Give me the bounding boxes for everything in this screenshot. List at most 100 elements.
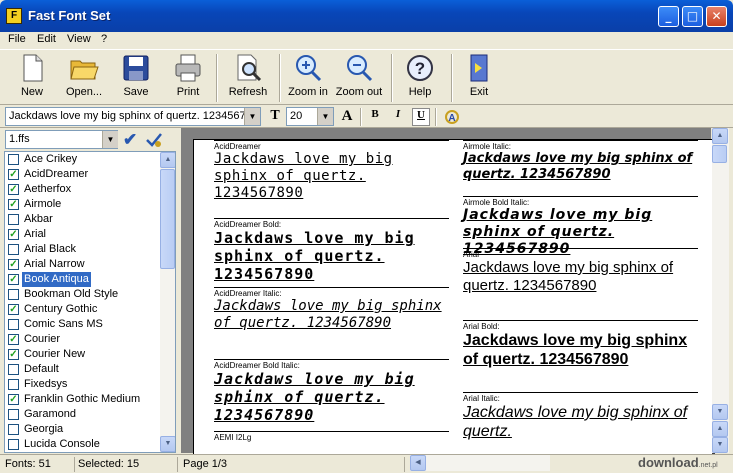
font-grow-button[interactable]: A [338,108,356,126]
font-list-item[interactable]: Akbar [6,212,161,227]
font-name: Lucida Console [24,438,100,450]
scroll-up-icon[interactable]: ▲ [712,128,728,144]
font-list-item[interactable]: ✓ Courier New [6,347,161,362]
scroll-down-icon[interactable]: ▼ [712,404,728,420]
font-name: Arial [24,228,47,240]
font-list-item[interactable]: ✓ Arial [6,227,161,242]
toolbar-separator [435,108,437,126]
menu-view[interactable]: View [67,33,91,45]
font-checkbox[interactable] [8,214,19,225]
font-list-item[interactable]: ✓ Franklin Gothic Medium [6,392,161,407]
font-checkbox[interactable]: ✓ [8,394,19,405]
font-sample-cell: Arial Bold: Jackdaws love my big sphinx o… [463,320,698,391]
menu-edit[interactable]: Edit [37,33,56,45]
font-checkbox[interactable] [8,154,19,165]
font-checkbox[interactable] [8,439,19,450]
print-button[interactable]: Print [169,53,207,103]
font-name: Book Antiqua [22,272,91,287]
font-list-item[interactable]: Garamond [6,407,161,422]
check-filter-icon[interactable] [145,131,163,149]
chevron-down-icon[interactable]: ▼ [317,108,333,125]
font-checkbox[interactable] [8,364,19,375]
font-list-item[interactable]: Bookman Old Style [6,287,161,302]
font-sample-cell: AcidDreamer Bold: Jackdaws love my big sp… [214,218,449,286]
font-name: Aetherfox [24,183,72,195]
font-list-item[interactable]: ✓ AcidDreamer [6,167,161,182]
underline-button[interactable]: U [412,108,430,126]
chevron-down-icon[interactable]: ▼ [244,108,260,125]
font-list-item[interactable]: ✓ Arial Narrow [6,257,161,272]
font-checkbox[interactable] [8,319,19,330]
toolbar-separator [360,108,362,126]
save-button[interactable]: Save [117,53,155,103]
font-checkbox[interactable] [8,424,19,435]
font-type-button[interactable]: T [266,108,284,126]
page-up-icon[interactable]: ▲ [712,421,728,437]
font-checkbox[interactable]: ✓ [8,184,19,195]
scroll-down-icon[interactable]: ▼ [160,436,175,452]
font-checkbox[interactable]: ✓ [8,304,19,315]
help-button[interactable]: ? Help [401,53,439,103]
font-list-item[interactable]: Georgia [6,422,161,437]
open-button[interactable]: Open... [63,53,105,103]
refresh-button[interactable]: Refresh [226,53,270,103]
font-list-item[interactable]: Comic Sans MS [6,317,161,332]
exit-button[interactable]: Exit [460,53,498,103]
font-sample-cell: Airmole Italic: Jackdaws love my big sphi… [463,140,698,195]
bold-button[interactable]: B [366,108,384,126]
font-list-item[interactable]: ✓ Aetherfox [6,182,161,197]
close-button[interactable]: ✕ [706,6,727,27]
maximize-button[interactable]: □ [682,6,703,27]
scroll-thumb[interactable] [712,145,727,163]
font-sample-text: Jackdaws love my big sphinx of quertz. 1… [214,151,393,201]
font-checkbox[interactable]: ✓ [8,259,19,270]
zoom-out-button[interactable]: Zoom out [335,53,383,103]
scroll-up-icon[interactable]: ▲ [160,152,175,168]
preview-hscrollbar[interactable]: ◀ [410,455,550,471]
preview-pane[interactable]: AcidDreamer Jackdaws love my big sphinx o… [181,128,712,454]
font-list-item[interactable]: ✓ Courier [6,332,161,347]
font-list-item[interactable]: ✓ Book Antiqua [6,272,161,287]
sample-text-combo[interactable]: Jackdaws love my big sphinx of quertz. 1… [5,107,261,126]
save-disk-icon [123,55,149,81]
check-all-icon[interactable]: ✔ [123,130,137,150]
scroll-thumb[interactable] [160,169,175,269]
font-checkbox[interactable] [8,244,19,255]
new-button[interactable]: New [13,53,51,103]
status-bar: Fonts: 51 Selected: 15 Page 1/3 [0,454,733,473]
font-list[interactable]: ▲ ▼ Ace Crikey ✓ AcidDreamer ✓ Aetherfox ✓ Air… [4,151,176,453]
font-list-item[interactable]: Default [6,362,161,377]
font-checkbox[interactable] [8,379,19,390]
font-list-item[interactable]: Arial Black [6,242,161,257]
preview-scrollbar[interactable]: ▲ ▼ ▲ ▼ [712,128,729,453]
font-checkbox[interactable]: ✓ [8,229,19,240]
font-checkbox[interactable]: ✓ [8,334,19,345]
font-checkbox[interactable] [8,409,19,420]
chevron-down-icon[interactable]: ▼ [102,131,118,148]
font-checkbox[interactable]: ✓ [8,274,19,285]
font-name: Comic Sans MS [24,318,103,330]
font-checkbox[interactable] [8,289,19,300]
menu-help[interactable]: ? [101,33,107,45]
font-sample-label: AcidDreamer Bold Italic: [214,361,300,370]
watermark: download.net.pl [638,455,718,470]
font-checkbox[interactable]: ✓ [8,199,19,210]
font-list-item[interactable]: ✓ Century Gothic [6,302,161,317]
page-down-icon[interactable]: ▼ [712,437,728,453]
font-list-item[interactable]: Lucida Console [6,437,161,452]
font-checkbox[interactable]: ✓ [8,169,19,180]
font-name: Airmole [24,198,62,210]
font-list-item[interactable]: Ace Crikey [6,152,161,167]
font-list-scrollbar[interactable]: ▲ ▼ [160,152,175,452]
font-sample-text: Jackdaws love my big sphinx of quertz. 1… [214,229,415,283]
menu-file[interactable]: File [8,33,26,45]
scroll-left-icon[interactable]: ◀ [410,455,426,471]
italic-button[interactable]: I [389,108,407,126]
minimize-button[interactable]: _ [658,6,679,27]
font-checkbox[interactable]: ✓ [8,349,19,360]
zoom-in-button[interactable]: Zoom in [286,53,330,103]
font-list-item[interactable]: Fixedsys [6,377,161,392]
font-list-item[interactable]: ✓ Airmole [6,197,161,212]
status-page: Page 1/3 [180,457,405,472]
font-color-icon[interactable]: A [443,109,461,125]
